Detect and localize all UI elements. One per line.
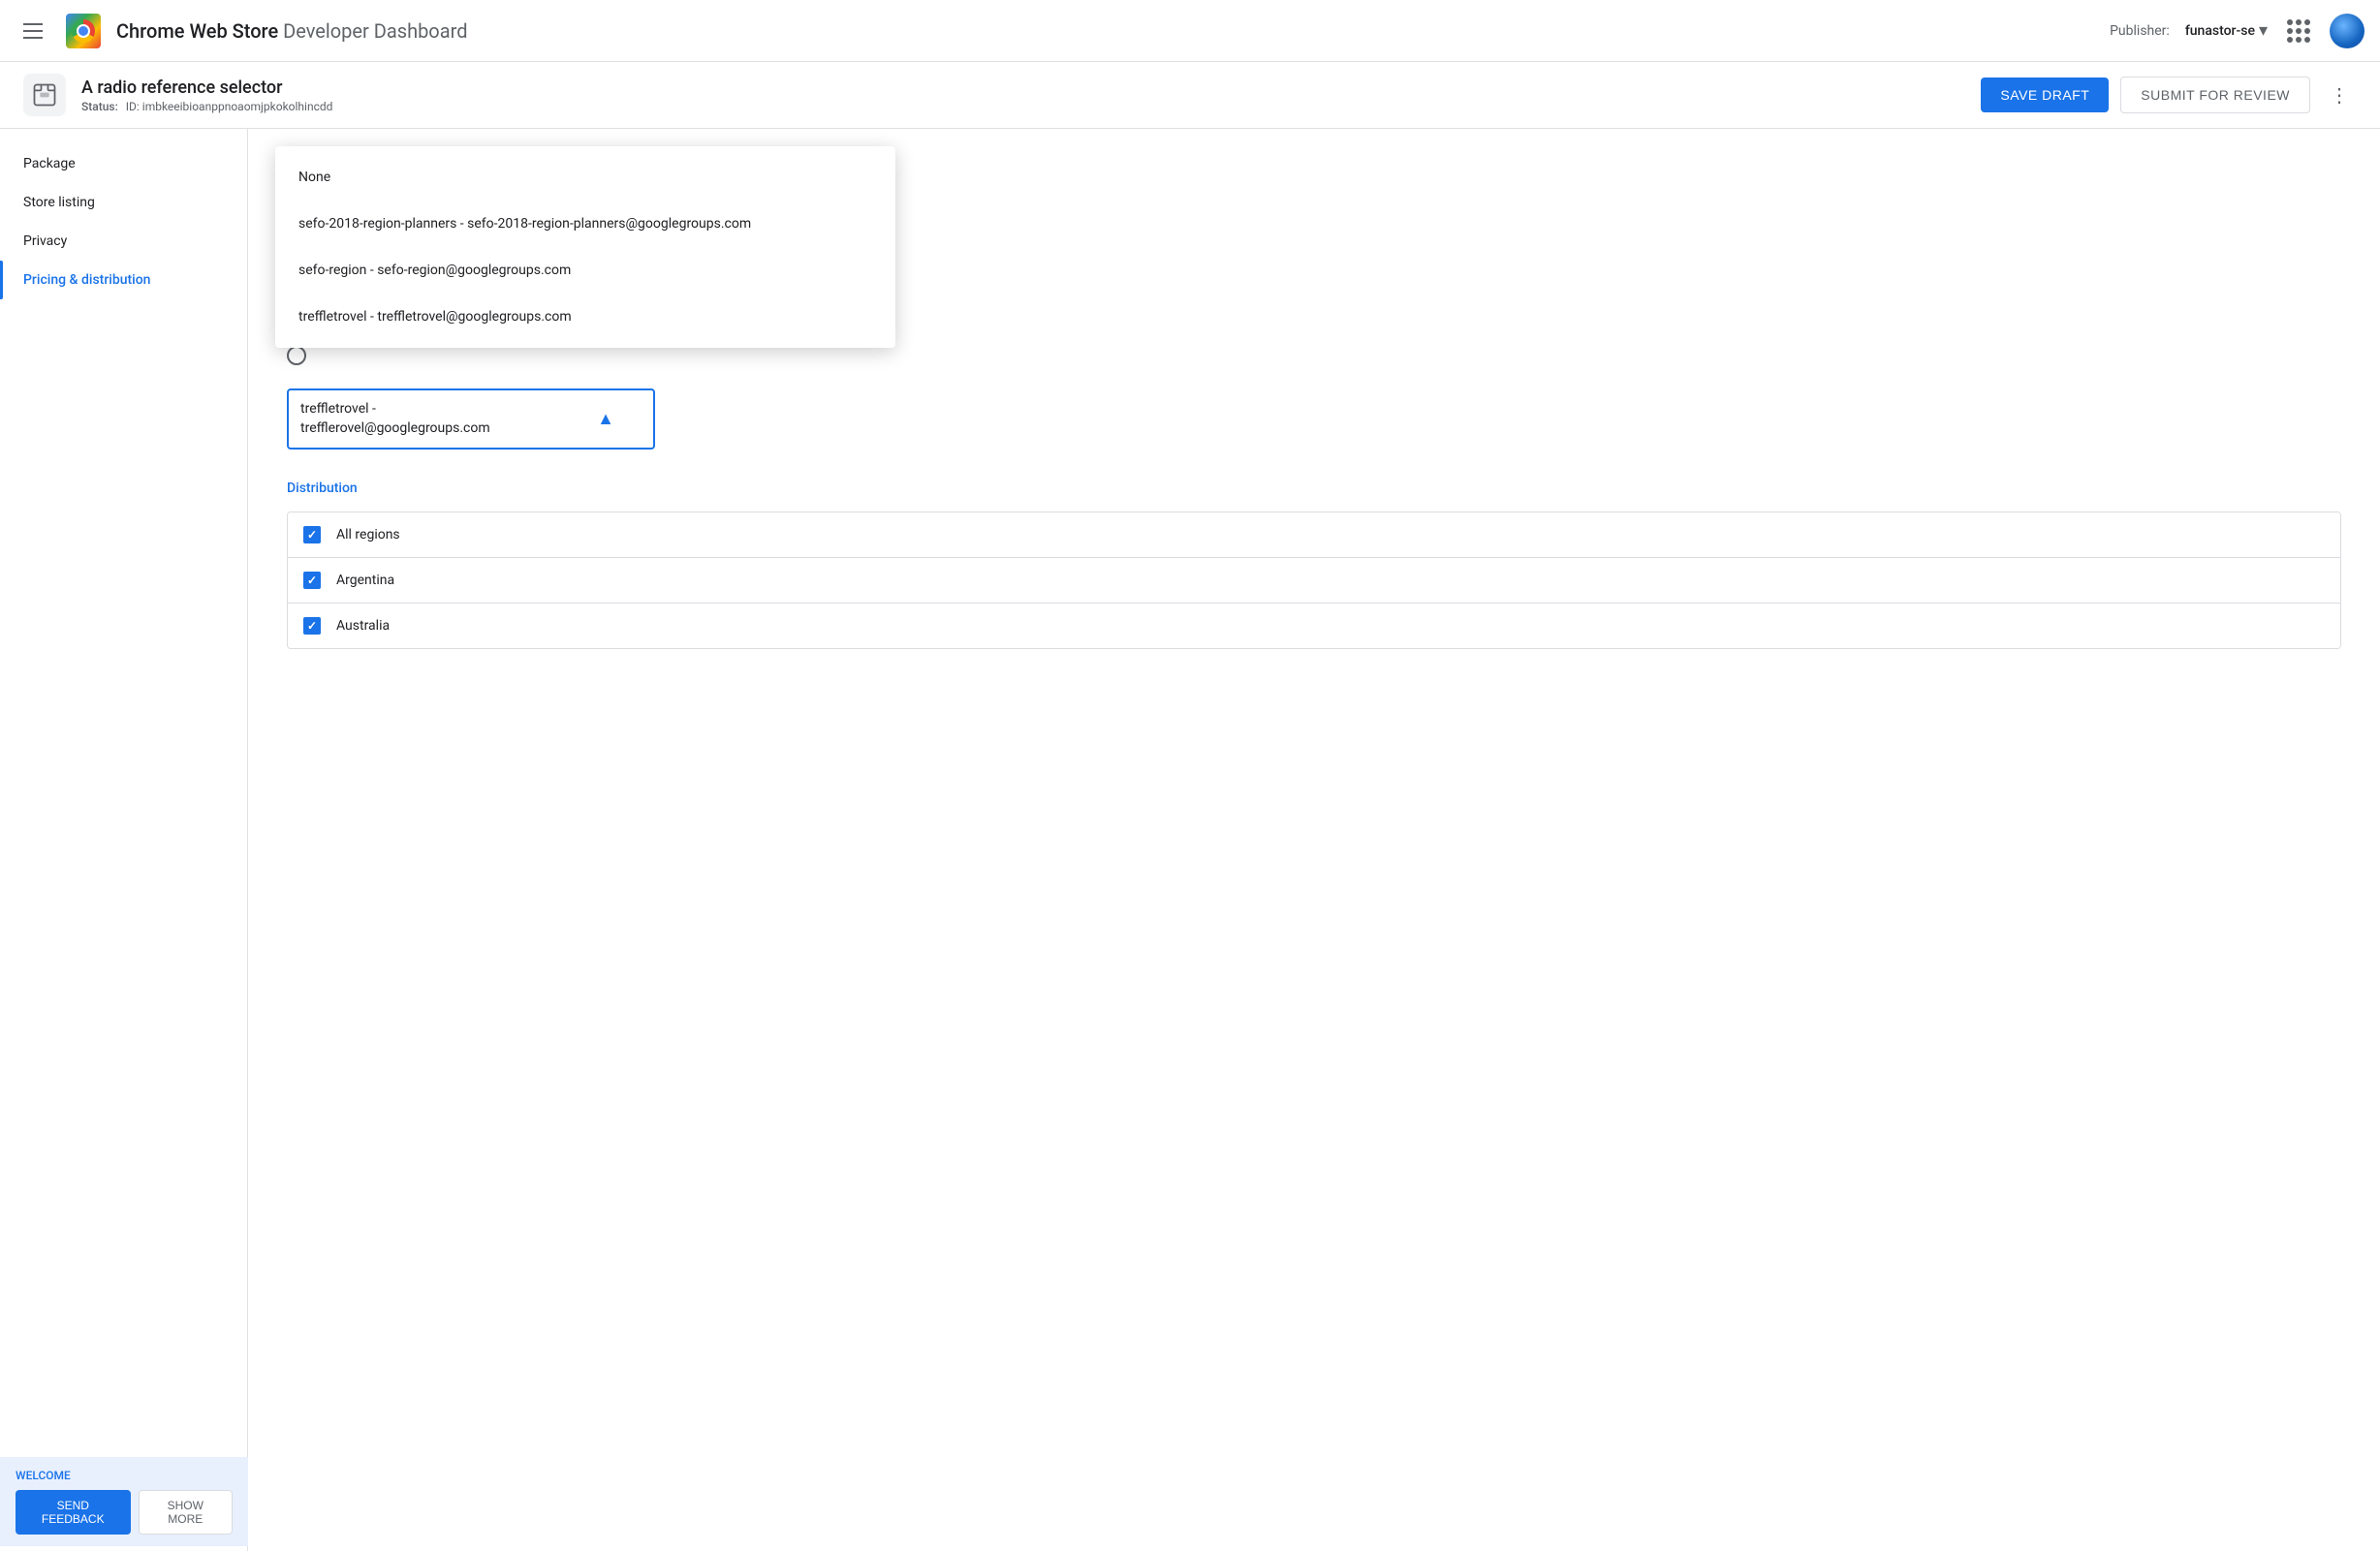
dist-label-australia: Australia xyxy=(336,618,390,634)
status-label: Status: xyxy=(81,100,118,113)
sidebar-item-label: Package xyxy=(23,156,76,171)
dist-row-all-regions: All regions xyxy=(288,512,2340,558)
visibility-dropdown-container: None sefo-2018-region-planners - sefo-20… xyxy=(287,388,655,450)
dist-label-all-regions: All regions xyxy=(336,527,400,543)
distribution-section: Distribution All regions Argentina Austr… xyxy=(287,481,2341,649)
sidebar-item-pricing-distribution[interactable]: Pricing & distribution xyxy=(0,261,247,299)
dropdown-option-sefo-planners[interactable]: sefo-2018-region-planners - sefo-2018-re… xyxy=(275,201,895,247)
avatar[interactable] xyxy=(2330,14,2364,48)
option-label: None xyxy=(298,170,330,185)
main-header: Chrome Web Store Developer Dashboard Pub… xyxy=(0,0,2380,62)
radio-item-3 xyxy=(287,346,2341,365)
hamburger-icon xyxy=(23,23,43,39)
extension-id: ID: imbkeeibioanppnoaomjpkokolhincdd xyxy=(126,100,333,113)
sidebar-item-label: Store listing xyxy=(23,195,95,210)
extension-svg-icon xyxy=(31,81,58,109)
extension-meta: Status: ID: imbkeeibioanppnoaomjpkokolhi… xyxy=(81,100,332,113)
distribution-title: Distribution xyxy=(287,481,2341,496)
radio-button-3[interactable] xyxy=(287,346,306,365)
main-content: Pricing & Distribution Please note : Pri… xyxy=(248,129,2380,1551)
publisher-chevron-icon: ▾ xyxy=(2259,20,2268,41)
dropdown-option-sefo-region[interactable]: sefo-region - sefo-region@googlegroups.c… xyxy=(275,247,895,294)
publisher-selector[interactable]: funastor-se ▾ xyxy=(2185,20,2268,41)
header-title: Chrome Web Store Developer Dashboard xyxy=(116,19,467,43)
extension-name: A radio reference selector xyxy=(81,78,332,98)
sidebar-item-label: Pricing & distribution xyxy=(23,272,150,288)
checkbox-all-regions[interactable] xyxy=(303,526,321,543)
show-more-button[interactable]: SHOW MORE xyxy=(139,1490,233,1535)
distribution-table: All regions Argentina Australia xyxy=(287,512,2341,649)
welcome-text: WELCOME xyxy=(16,1469,233,1482)
hamburger-button[interactable] xyxy=(16,16,50,47)
bottom-bar: WELCOME SEND FEEDBACK SHOW MORE xyxy=(0,1457,248,1546)
option-label: sefo-region - sefo-region@googlegroups.c… xyxy=(298,263,571,278)
bottom-buttons: SEND FEEDBACK SHOW MORE xyxy=(16,1490,233,1535)
sidebar-item-privacy[interactable]: Privacy xyxy=(0,222,247,261)
dropdown-selected[interactable]: treffletrovel - trefflerovel@googlegroup… xyxy=(287,388,655,450)
app-subtitle: Developer Dashboard xyxy=(283,19,467,43)
more-options-button[interactable]: ⋮ xyxy=(2322,76,2357,115)
dist-row-argentina: Argentina xyxy=(288,558,2340,604)
dropdown-arrow-icon: ▲ xyxy=(597,407,614,431)
checkbox-australia[interactable] xyxy=(303,617,321,635)
sidebar: Package Store listing Privacy Pricing & … xyxy=(0,129,248,1551)
dropdown-popup: None sefo-2018-region-planners - sefo-20… xyxy=(275,146,895,348)
sidebar-item-label: Privacy xyxy=(23,233,67,249)
publisher-label: Publisher: xyxy=(2110,23,2170,39)
dist-label-argentina: Argentina xyxy=(336,573,394,588)
sub-header: A radio reference selector Status: ID: i… xyxy=(0,62,2380,129)
dropdown-option-none[interactable]: None xyxy=(275,154,895,201)
visibility-section: Visibility None xyxy=(287,245,2341,450)
sub-header-actions: SAVE DRAFT SUBMIT FOR REVIEW ⋮ xyxy=(1981,76,2357,115)
header-right: Publisher: funastor-se ▾ xyxy=(2110,14,2364,48)
chrome-logo xyxy=(66,14,101,48)
header-left: Chrome Web Store Developer Dashboard xyxy=(16,14,467,48)
dist-row-australia: Australia xyxy=(288,604,2340,648)
option-label: treffletrovel - treffletrovel@googlegrou… xyxy=(298,309,572,325)
extension-icon xyxy=(23,74,66,116)
apps-grid-icon[interactable] xyxy=(2283,16,2314,47)
app-name: Chrome Web Store xyxy=(116,19,278,43)
checkbox-argentina[interactable] xyxy=(303,572,321,589)
send-feedback-button[interactable]: SEND FEEDBACK xyxy=(16,1490,131,1535)
dropdown-option-treffletrovel[interactable]: treffletrovel - treffletrovel@googlegrou… xyxy=(275,294,895,340)
main-layout: Package Store listing Privacy Pricing & … xyxy=(0,129,2380,1551)
publisher-name-text: funastor-se xyxy=(2185,23,2255,39)
dropdown-line1: treffletrovel - xyxy=(300,400,490,419)
sidebar-item-package[interactable]: Package xyxy=(0,144,247,183)
submit-review-button[interactable]: SUBMIT FOR REVIEW xyxy=(2120,77,2310,113)
dropdown-line2: trefflerovel@googlegroups.com xyxy=(300,419,490,439)
avatar-image xyxy=(2330,14,2364,48)
extension-info: A radio reference selector Status: ID: i… xyxy=(81,78,332,113)
option-label: sefo-2018-region-planners - sefo-2018-re… xyxy=(298,216,751,232)
sidebar-item-store-listing[interactable]: Store listing xyxy=(0,183,247,222)
save-draft-button[interactable]: SAVE DRAFT xyxy=(1981,78,2109,112)
dropdown-selected-text: treffletrovel - trefflerovel@googlegroup… xyxy=(300,400,490,438)
